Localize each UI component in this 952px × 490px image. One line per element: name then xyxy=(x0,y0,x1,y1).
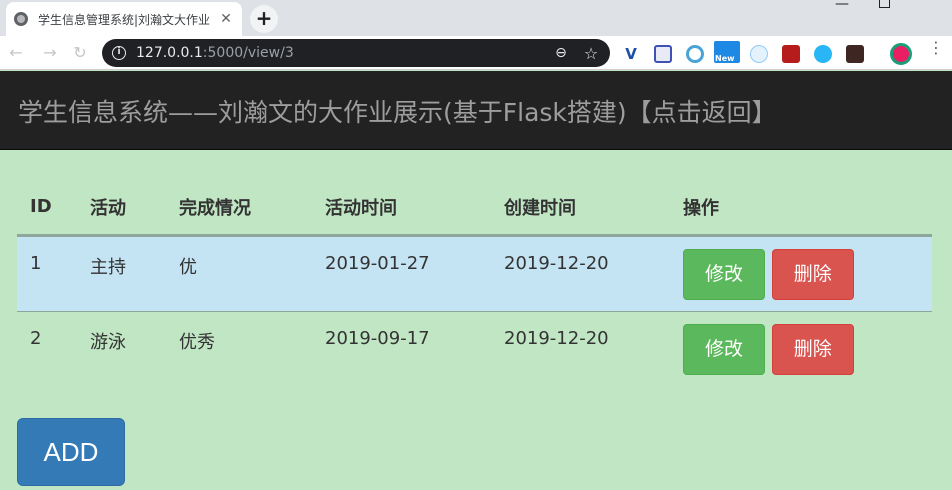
url-host: 127.0.0.1 xyxy=(136,45,203,61)
extension-dark-icon[interactable] xyxy=(846,45,864,63)
tab-title: 学生信息管理系统|刘瀚文大作业 xyxy=(38,12,211,27)
extension-circle-icon[interactable] xyxy=(686,45,704,63)
cell-actions: 修改 删除 xyxy=(670,311,932,387)
cell-id: 2 xyxy=(30,327,42,349)
url-path: :5000/view/3 xyxy=(202,45,294,61)
cell-activity: 主持 xyxy=(77,235,166,312)
cell-activity-time: 2019-09-17 xyxy=(325,327,430,349)
table-row: 2 游泳 优秀 2019-09-17 2019-12-20 修改 删除 xyxy=(17,311,932,387)
delete-button[interactable]: 删除 xyxy=(771,323,854,375)
column-header-activity-time: 活动时间 xyxy=(312,180,491,237)
new-tab-button[interactable]: + xyxy=(250,5,278,33)
info-icon[interactable]: i xyxy=(112,46,126,60)
navbar-brand-link[interactable]: 学生信息系统——刘瀚文的大作业展示(基于Flask搭建)【点击返回】 xyxy=(18,93,777,129)
table-row: 1 主持 优 2019-01-27 2019-12-20 修改 删除 xyxy=(17,235,932,312)
column-header-created-time: 创建时间 xyxy=(491,180,670,237)
table-header-row: ID 活动 完成情况 活动时间 创建时间 操作 xyxy=(17,180,932,237)
globe-icon xyxy=(14,12,28,26)
edit-button[interactable]: 修改 xyxy=(683,323,765,375)
browser-menu-icon[interactable]: ⋮ xyxy=(928,40,944,61)
cell-status: 优 xyxy=(166,235,312,312)
column-header-actions: 操作 xyxy=(670,180,932,237)
extension-cloud-icon[interactable] xyxy=(814,45,832,63)
profile-avatar[interactable] xyxy=(890,43,912,65)
url-text[interactable]: 127.0.0.1:5000/view/3 xyxy=(136,45,546,61)
cell-created-time: 2019-12-20 xyxy=(491,235,670,312)
cell-status: 优秀 xyxy=(179,331,215,353)
close-window-button[interactable] xyxy=(910,0,950,10)
back-arrow-icon[interactable]: ← xyxy=(6,43,26,63)
browser-tabstrip: 学生信息管理系统|刘瀚文大作业 ✕ + — xyxy=(0,0,952,36)
close-tab-icon[interactable]: ✕ xyxy=(218,11,234,27)
reload-icon[interactable]: ↻ xyxy=(70,43,90,63)
column-header-activity: 活动 xyxy=(77,180,166,237)
navbar: 学生信息系统——刘瀚文的大作业展示(基于Flask搭建)【点击返回】 xyxy=(0,71,952,150)
browser-tab[interactable]: 学生信息管理系统|刘瀚文大作业 ✕ xyxy=(6,2,242,36)
activity-table: ID 活动 完成情况 活动时间 创建时间 操作 1 主持 优 2019-01-2… xyxy=(17,180,932,387)
cell-actions: 修改 删除 xyxy=(670,235,932,312)
column-header-id: ID xyxy=(17,180,77,237)
extension-bird-icon[interactable] xyxy=(750,45,768,63)
address-bar[interactable]: i 127.0.0.1:5000/view/3 ⊖ ☆ xyxy=(102,39,610,67)
add-button[interactable]: ADD xyxy=(17,418,125,486)
bookmark-star-icon[interactable]: ☆ xyxy=(582,44,600,63)
extension-v-icon[interactable]: V xyxy=(622,45,640,63)
delete-button[interactable]: 删除 xyxy=(771,248,854,300)
cell-id: 1 xyxy=(17,235,77,312)
column-header-status: 完成情况 xyxy=(166,180,312,237)
cell-created-time: 2019-12-20 xyxy=(504,327,609,349)
edit-button[interactable]: 修改 xyxy=(683,248,765,300)
cell-activity-time: 2019-01-27 xyxy=(312,235,491,312)
minimize-button[interactable]: — xyxy=(822,0,862,11)
extension-new-icon[interactable]: New xyxy=(714,41,740,63)
zoom-icon[interactable]: ⊖ xyxy=(552,45,570,61)
extension-new-badge: New xyxy=(715,54,735,63)
forward-arrow-icon[interactable]: → xyxy=(40,43,60,63)
cell-activity: 游泳 xyxy=(90,331,126,353)
browser-toolbar: ← → ↻ i 127.0.0.1:5000/view/3 ⊖ ☆ V New … xyxy=(0,36,952,70)
extension-window-icon[interactable] xyxy=(654,45,672,63)
maximize-button[interactable] xyxy=(865,0,905,10)
extension-pdf-icon[interactable] xyxy=(782,45,800,63)
